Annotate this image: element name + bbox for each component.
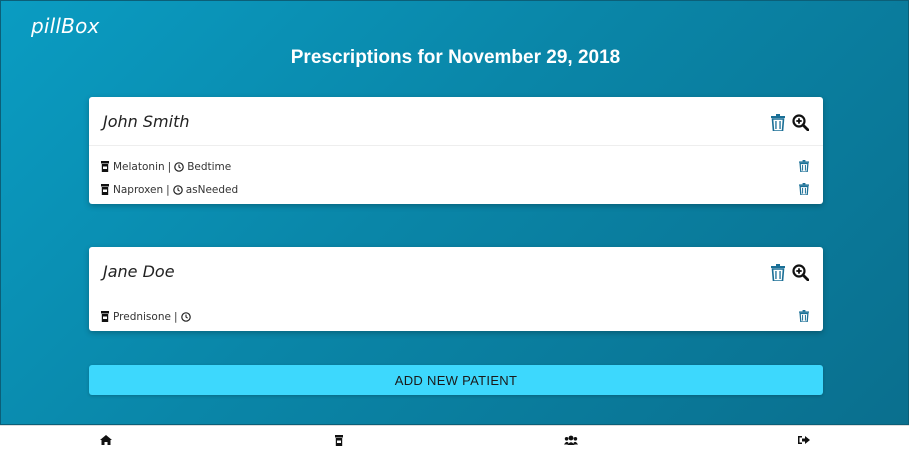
trash-icon bbox=[771, 263, 785, 281]
trash-icon bbox=[799, 160, 809, 173]
view-patient-button[interactable] bbox=[791, 113, 809, 131]
drug-name: Naproxen bbox=[113, 183, 164, 196]
clock-icon bbox=[180, 311, 191, 322]
clock-icon bbox=[174, 161, 184, 172]
delete-patient-button[interactable] bbox=[769, 263, 787, 281]
pill-bottle-icon bbox=[335, 434, 343, 446]
bottom-nav bbox=[0, 425, 909, 453]
delete-prescription-button[interactable] bbox=[799, 160, 809, 175]
view-patient-button[interactable] bbox=[791, 263, 809, 281]
dose-time: asNeeded bbox=[185, 183, 239, 196]
delete-prescription-button[interactable] bbox=[799, 183, 809, 198]
prescription-row: Prednisone | bbox=[101, 305, 811, 328]
home-icon bbox=[100, 435, 112, 445]
clock-icon bbox=[172, 184, 183, 195]
users-icon bbox=[564, 435, 578, 445]
patient-card: Jane Doe Prednisone | bbox=[89, 247, 823, 331]
prescription-list: Prednisone | bbox=[101, 305, 811, 328]
prescription-row: Naproxen | asNeeded bbox=[101, 178, 811, 201]
trash-icon bbox=[799, 183, 809, 196]
card-divider bbox=[89, 145, 823, 146]
patient-actions bbox=[769, 113, 809, 131]
zoom-in-icon bbox=[791, 263, 809, 281]
dose-time: Bedtime bbox=[187, 160, 232, 173]
patient-card: John Smith Melatonin | Bedtime Naproxen bbox=[89, 97, 823, 204]
drug-name: Melatonin bbox=[113, 160, 165, 173]
zoom-in-icon bbox=[791, 113, 809, 131]
drug-name: Prednisone bbox=[113, 310, 171, 323]
brand-logo[interactable]: pillBox bbox=[31, 14, 100, 38]
delete-patient-button[interactable] bbox=[769, 113, 787, 131]
prescription-list: Melatonin | Bedtime Naproxen | asNeeded bbox=[101, 155, 811, 201]
separator: | bbox=[166, 183, 170, 196]
page-title: Prescriptions for November 29, 2018 bbox=[290, 47, 621, 68]
pill-bottle-icon bbox=[101, 311, 109, 322]
trash-icon bbox=[799, 310, 809, 323]
patient-actions bbox=[769, 263, 809, 281]
nav-prescriptions[interactable] bbox=[332, 434, 346, 446]
nav-patients[interactable] bbox=[564, 434, 578, 446]
separator: | bbox=[167, 160, 172, 173]
add-new-patient-button[interactable]: ADD NEW PATIENT bbox=[89, 365, 823, 395]
prescription-row: Melatonin | Bedtime bbox=[101, 155, 811, 178]
delete-prescription-button[interactable] bbox=[799, 310, 809, 325]
patient-name: John Smith bbox=[103, 112, 190, 131]
patient-name: Jane Doe bbox=[103, 262, 175, 281]
nav-sign-out[interactable] bbox=[797, 434, 811, 446]
app-background: pillBox Prescriptions for November 29, 2… bbox=[0, 0, 909, 425]
separator: | bbox=[173, 310, 178, 323]
nav-home[interactable] bbox=[99, 434, 113, 446]
trash-icon bbox=[771, 113, 785, 131]
pill-bottle-icon bbox=[101, 184, 109, 195]
sign-out-icon bbox=[798, 436, 810, 444]
pill-bottle-icon bbox=[101, 161, 109, 172]
